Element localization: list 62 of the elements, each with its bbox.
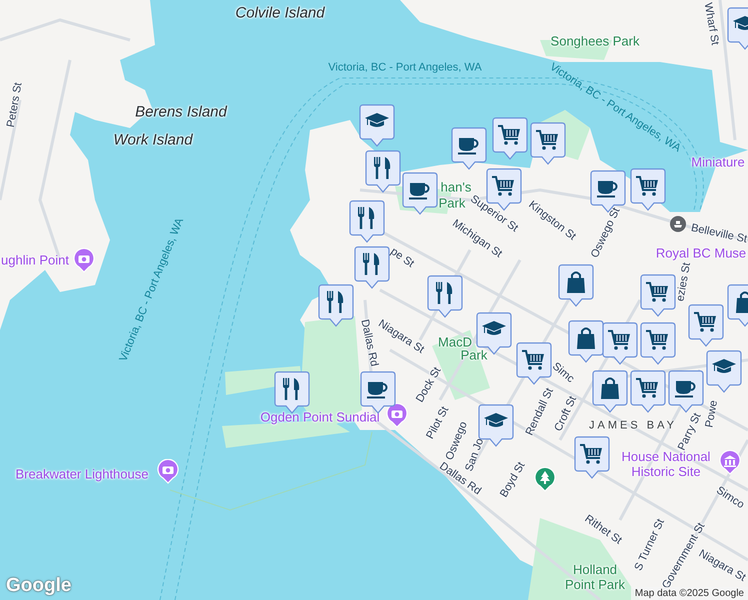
place-label: House National Historic Site — [620, 450, 712, 480]
street-label: Croft St — [552, 394, 580, 434]
cart-icon — [636, 378, 658, 398]
fork-knife-icon — [283, 378, 300, 400]
cart-icon — [646, 330, 668, 350]
cup-icon — [597, 181, 618, 198]
graduation-cap-icon — [712, 359, 736, 373]
street-label: Pilot St — [424, 404, 452, 442]
bag-icon — [567, 272, 585, 293]
bag-icon — [577, 328, 595, 349]
cart-icon — [608, 330, 630, 350]
bag-icon — [736, 292, 748, 313]
graduation-cap-icon — [365, 113, 389, 127]
park-label: Songhees Park — [550, 34, 640, 50]
ferry-route-label: Victoria, BC - Port Angeles, WA — [328, 62, 482, 74]
street-label: Peters St — [4, 82, 26, 128]
street-label: Powe — [703, 399, 721, 429]
graduation-cap-icon — [484, 413, 508, 427]
google-logo: Google — [6, 575, 72, 597]
fork-knife-icon — [374, 157, 390, 179]
graduation-cap-icon — [482, 321, 506, 335]
place-label: Royal BC Muse — [656, 246, 746, 262]
street-label: ezies St — [674, 262, 694, 302]
cart-icon — [492, 176, 514, 196]
cart-icon — [498, 125, 520, 145]
park-label: Park — [460, 348, 488, 364]
park-label: MacD — [438, 336, 472, 350]
cart-icon — [580, 444, 602, 464]
island-label: Colvile Island — [235, 4, 325, 22]
park-label: Park — [438, 196, 466, 212]
cup-icon — [409, 183, 430, 200]
fork-knife-icon — [363, 253, 380, 275]
park-label: han's — [440, 180, 472, 195]
museum-pin-icon[interactable] — [719, 450, 741, 475]
place-label: Breakwater Lighthouse — [16, 468, 148, 482]
street-label: Belleville St — [690, 222, 748, 246]
place-label: ughlin Point — [1, 254, 69, 268]
camera-pin-icon[interactable] — [157, 459, 179, 484]
fork-knife-icon — [358, 207, 374, 229]
island-label: Work Island — [113, 131, 193, 149]
cart-icon — [646, 282, 668, 302]
cup-icon — [675, 381, 696, 398]
street-label: Parry St — [676, 411, 704, 452]
camera-pin-icon[interactable] — [73, 248, 95, 273]
fork-knife-icon — [327, 291, 344, 313]
fork-knife-icon — [436, 282, 452, 304]
cart-icon — [522, 350, 544, 370]
place-label: Ogden Point Sundial — [260, 410, 380, 426]
tree-pin-icon[interactable] — [534, 467, 556, 492]
bag-icon — [601, 378, 619, 399]
street-label: pe St — [388, 245, 416, 271]
cart-icon — [636, 176, 658, 196]
cart-icon — [694, 312, 716, 332]
street-label: Wharf St — [701, 2, 721, 46]
street-label: San Jo — [463, 436, 487, 474]
cup-icon — [458, 138, 478, 154]
graduation-cap-icon — [733, 16, 748, 30]
cart-icon — [536, 130, 558, 150]
area-label: JAMES BAY — [589, 420, 677, 432]
park-label: Holland Point Park — [564, 563, 626, 593]
map-drawing[interactable] — [0, 0, 748, 600]
cup-icon — [367, 382, 388, 398]
